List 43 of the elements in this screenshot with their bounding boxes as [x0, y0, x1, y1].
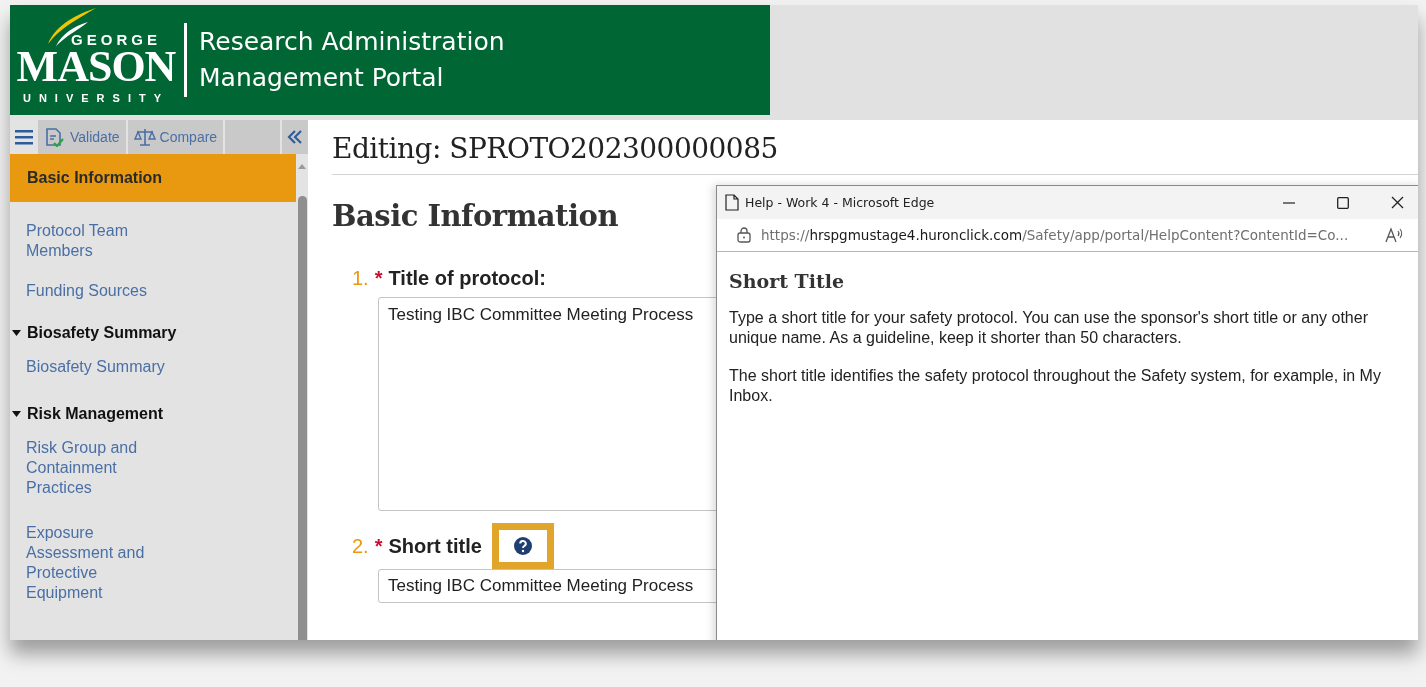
minimize-icon	[1283, 201, 1295, 204]
logo-text: MASON	[16, 48, 176, 86]
required-mark: *	[374, 266, 383, 290]
page-icon	[725, 194, 739, 211]
scroll-up-icon	[297, 162, 307, 170]
nav-link[interactable]: Risk Group and Containment Practices	[10, 431, 296, 516]
nav-link[interactable]: Basic Information	[10, 154, 296, 202]
window-title: Help - Work 4 - Microsoft Edge	[745, 195, 936, 210]
document-check-icon	[44, 127, 66, 147]
question-number: 2.	[352, 534, 369, 558]
nav-link[interactable]: Funding Sources	[10, 274, 296, 314]
section-header[interactable]: Risk Management	[10, 395, 296, 431]
required-mark: *	[374, 534, 383, 558]
close-icon	[1390, 196, 1404, 209]
double-chevron-left-icon	[287, 130, 303, 144]
lock-icon	[737, 227, 751, 243]
logo-text: GEORGE	[71, 32, 161, 48]
nav-link[interactable]: Biosafety Summary	[10, 350, 296, 395]
section-heading: Basic Information	[332, 199, 618, 233]
question-label: Short title	[388, 534, 482, 558]
help-heading: Short Title	[729, 270, 846, 292]
section-title: Risk Management	[27, 405, 164, 423]
help-button[interactable]	[491, 523, 554, 569]
section-title: Biosafety Summary	[27, 324, 177, 342]
help-icon	[512, 536, 533, 556]
maximize-icon	[1337, 196, 1349, 209]
question-number: 1.	[352, 266, 369, 290]
nav-link[interactable]: Protocol Team Members	[10, 214, 296, 274]
section-header[interactable]: Biosafety Summary	[10, 314, 296, 350]
scales-icon	[133, 127, 156, 147]
menu-icon	[15, 129, 33, 145]
caret-down-icon	[12, 330, 21, 336]
menu-button[interactable]	[10, 120, 38, 154]
read-aloud-icon	[1385, 227, 1405, 243]
nav-link[interactable]: Exposure Assessment and Protective Equipment	[10, 516, 296, 621]
portal-title: Management Portal	[199, 62, 445, 94]
portal-title: Research Administration	[199, 26, 505, 58]
page-title: Editing: SPROTO202300000085	[332, 132, 1418, 175]
caret-down-icon	[12, 411, 21, 417]
address-field[interactable]: https://hrspgmustage4.huronclick.com/Safety/app/portal/HelpContent?ContentId=Co...	[761, 227, 1375, 243]
logo-text: UNIVERSITY	[23, 91, 169, 106]
scrollbar-thumb[interactable]	[297, 196, 307, 640]
question-label: Title of protocol:	[388, 266, 546, 290]
